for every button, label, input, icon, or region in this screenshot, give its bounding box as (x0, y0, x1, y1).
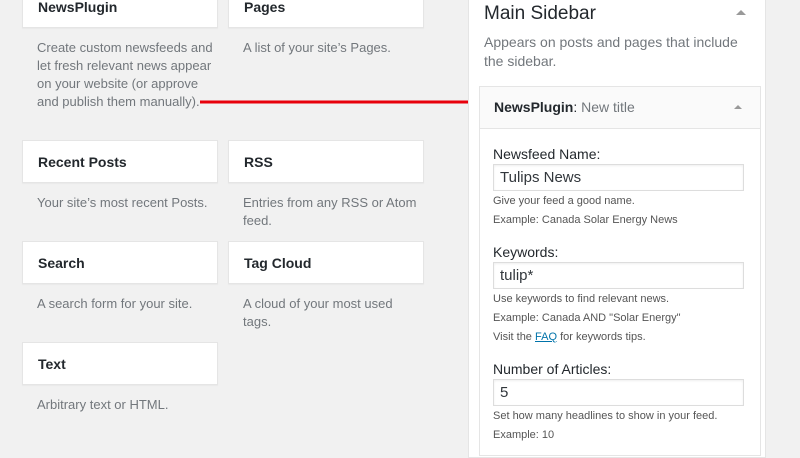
widget-text[interactable]: Text (22, 342, 218, 385)
faq-link[interactable]: FAQ (535, 331, 557, 343)
newsfeed-name-input[interactable] (493, 164, 744, 191)
widget-recent-posts[interactable]: Recent Posts (22, 140, 218, 183)
newsfeed-name-label: Newsfeed Name: (493, 146, 601, 162)
number-of-articles-label: Number of Articles: (493, 361, 612, 377)
sidebar-title: Main Sidebar (484, 3, 596, 24)
widget-description: Arbitrary text or HTML. (37, 397, 169, 412)
articles-example: Example: 10 (493, 429, 555, 441)
keywords-hint: Use keywords to find relevant news. (493, 293, 670, 305)
widget-pages[interactable]: Pages (228, 0, 424, 28)
widget-description: A list of your site’s Pages. (243, 40, 391, 55)
faq-hint-post: for keywords tips. (560, 331, 646, 343)
widget-rss[interactable]: RSS (228, 140, 424, 183)
widget-title: Search (38, 255, 85, 271)
keywords-example: Example: Canada AND "Solar Energy" (493, 312, 681, 324)
articles-hint: Set how many headlines to show in your f… (493, 410, 718, 422)
widget-instance-title: New title (581, 99, 635, 115)
keywords-faq-hint: Visit the FAQ for keywords tips. (493, 330, 646, 344)
collapse-icon[interactable] (731, 101, 745, 111)
annotation-arrow (200, 96, 486, 108)
widget-title: Pages (244, 0, 286, 15)
widget-search[interactable]: Search (22, 241, 218, 284)
faq-hint-pre: Visit the (493, 331, 532, 343)
widget-title: Tag Cloud (244, 255, 312, 271)
widget-title: NewsPlugin (38, 0, 118, 15)
widget-description: A cloud of your most used tags. (243, 296, 393, 329)
widget-description: Create custom newsfeeds and let fresh re… (37, 40, 213, 109)
collapse-icon[interactable] (733, 6, 749, 18)
widget-settings-title: NewsPlugin: New title (494, 99, 635, 115)
widget-title: Text (38, 356, 66, 372)
widget-description: Entries from any RSS or Atom feed. (243, 195, 417, 228)
number-of-articles-input[interactable] (493, 379, 744, 406)
widget-name: NewsPlugin (494, 99, 574, 115)
widget-newsplugin[interactable]: NewsPlugin (22, 0, 218, 28)
widget-title: Recent Posts (38, 154, 127, 170)
widget-description: A search form for your site. (37, 296, 193, 311)
widget-description: Your site’s most recent Posts. (37, 195, 208, 210)
keywords-label: Keywords: (493, 244, 559, 260)
keywords-input[interactable] (493, 262, 744, 289)
widget-tag-cloud[interactable]: Tag Cloud (228, 241, 424, 284)
newsfeed-hint: Give your feed a good name. (493, 195, 635, 207)
widget-title: RSS (244, 154, 273, 170)
sidebar-description: Appears on posts and pages that include … (484, 34, 738, 69)
newsfeed-example: Example: Canada Solar Energy News (493, 214, 678, 226)
